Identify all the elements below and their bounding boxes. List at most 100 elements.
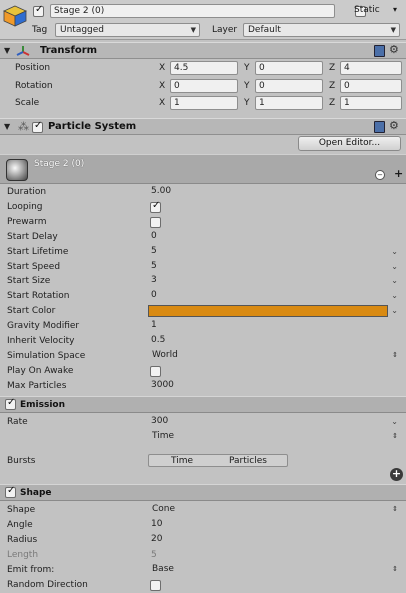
active-checkbox[interactable] — [33, 4, 44, 17]
particle-system-subheader: Stage 2 (0) − + — [0, 154, 406, 184]
z-field[interactable]: 0 — [340, 79, 402, 93]
setting-label: Start Lifetime — [7, 247, 69, 257]
gear-icon[interactable]: ⚙ — [389, 43, 399, 56]
shape-setting-row: Length 5 — [0, 548, 406, 563]
axis-z-label: Z — [329, 81, 336, 91]
foldout-arrow-icon[interactable]: ▼ — [4, 122, 10, 131]
shape-enabled-checkbox[interactable] — [5, 485, 16, 498]
value-dropdown[interactable]: Cone ⇕ — [148, 503, 401, 517]
value-field[interactable]: 0 — [148, 289, 388, 303]
chevron-updown-icon: ⇕ — [392, 351, 398, 359]
particle-setting-row: Inherit Velocity 0.5 — [0, 334, 406, 349]
chevron-updown-icon: ⇕ — [392, 565, 398, 573]
setting-label: Inherit Velocity — [7, 336, 75, 346]
curve-dropdown-icon[interactable]: ⌄ — [391, 262, 398, 271]
shape-setting-row: Shape Cone ⇕ — [0, 503, 406, 518]
chevron-down-icon: ▼ — [190, 26, 196, 34]
static-label: Static — [354, 5, 380, 15]
particle-system-header[interactable]: ▼ ⁂ Particle System ⚙ — [0, 118, 406, 135]
add-burst-button[interactable]: + — [390, 468, 403, 481]
bursts-col-time: Time — [171, 456, 194, 466]
particle-system-icon: ⁂ — [18, 120, 29, 133]
value-field[interactable]: 10 — [148, 518, 401, 532]
shape-setting-row: Random Direction — [0, 578, 406, 593]
particle-setting-row: Prewarm — [0, 215, 406, 230]
y-field[interactable]: 1 — [255, 96, 323, 110]
transform-row-label: Position — [15, 63, 51, 73]
axis-x-label: X — [159, 81, 166, 91]
bursts-col-particles: Particles — [229, 456, 267, 466]
curve-dropdown-icon[interactable]: ⌄ — [391, 417, 398, 426]
add-icon[interactable]: + — [394, 167, 403, 180]
setting-label: Start Delay — [7, 232, 58, 242]
rate-mode-dropdown[interactable]: Time ⇕ — [148, 430, 401, 444]
curve-dropdown-icon[interactable]: ⌄ — [391, 276, 398, 285]
value-field[interactable]: 5 — [148, 260, 388, 274]
tag-dropdown[interactable]: Untagged ▼ — [55, 23, 200, 37]
value-field[interactable]: 5 — [148, 245, 388, 259]
curve-dropdown-icon[interactable]: ⌄ — [391, 291, 398, 300]
y-field[interactable]: 0 — [255, 79, 323, 93]
axis-y-label: Y — [244, 63, 250, 73]
value-field[interactable]: 0.5 — [148, 334, 401, 348]
value-checkbox[interactable] — [150, 580, 161, 591]
value-field[interactable]: 0 — [148, 230, 401, 244]
setting-label: Looping — [7, 202, 43, 212]
transform-header[interactable]: ▼ Transform ⚙ — [0, 42, 406, 59]
x-field[interactable]: 0 — [170, 79, 238, 93]
setting-label: Duration — [7, 187, 47, 197]
transform-icon — [16, 46, 30, 56]
emission-rate-row: Rate 300 ⌄ — [0, 415, 406, 430]
object-name-field[interactable]: Stage 2 (0) — [50, 4, 335, 18]
help-book-icon[interactable] — [374, 45, 385, 57]
axis-y-label: Y — [244, 98, 250, 108]
chevron-down-icon: ▼ — [390, 26, 396, 34]
tag-label: Tag — [32, 25, 48, 35]
particle-system-thumbnail-icon — [6, 159, 28, 181]
setting-label: Start Rotation — [7, 291, 70, 301]
value-field[interactable]: 1 — [148, 319, 401, 333]
emission-module-header[interactable]: Emission — [0, 396, 406, 413]
axis-z-label: Z — [329, 63, 336, 73]
color-swatch[interactable] — [148, 305, 388, 317]
emission-enabled-checkbox[interactable] — [5, 397, 16, 410]
module-title: Emission — [20, 400, 65, 410]
value-field[interactable]: 3 — [148, 274, 388, 288]
layer-dropdown[interactable]: Default ▼ — [243, 23, 400, 37]
particle-setting-row: Gravity Modifier 1 — [0, 319, 406, 334]
minus-icon[interactable]: − — [375, 170, 385, 180]
transform-row: Scale X 1 Y 1 Z 1 — [0, 96, 406, 111]
shape-module-header[interactable]: Shape — [0, 484, 406, 501]
rate-value[interactable]: 300 — [148, 415, 388, 429]
value-checkbox[interactable] — [150, 200, 161, 213]
z-field[interactable]: 4 — [340, 61, 402, 75]
curve-dropdown-icon[interactable]: ⌄ — [391, 247, 398, 256]
value-field[interactable]: 20 — [148, 533, 401, 547]
static-dropdown-arrow[interactable]: ▾ — [393, 5, 397, 14]
value-dropdown[interactable]: World ⇕ — [148, 349, 401, 363]
value-field[interactable]: 5.00 — [148, 185, 401, 199]
component-title: Transform — [40, 45, 98, 56]
open-editor-button[interactable]: Open Editor... — [298, 136, 401, 151]
component-enabled-checkbox[interactable] — [32, 120, 43, 133]
value-checkbox[interactable] — [150, 366, 161, 377]
shape-setting-row: Radius 20 — [0, 533, 406, 548]
z-field[interactable]: 1 — [340, 96, 402, 110]
foldout-arrow-icon[interactable]: ▼ — [4, 46, 10, 55]
curve-dropdown-icon[interactable]: ⌄ — [391, 306, 398, 315]
subsystem-name: Stage 2 (0) — [34, 159, 85, 169]
x-field[interactable]: 4.5 — [170, 61, 238, 75]
y-field[interactable]: 0 — [255, 61, 323, 75]
help-book-icon[interactable] — [374, 121, 385, 133]
gear-icon[interactable]: ⚙ — [389, 119, 399, 132]
x-field[interactable]: 1 — [170, 96, 238, 110]
particle-setting-row: Duration 5.00 — [0, 185, 406, 200]
shape-setting-row: Emit from: Base ⇕ — [0, 563, 406, 578]
value-checkbox[interactable] — [150, 217, 161, 228]
bursts-label: Bursts — [7, 456, 36, 466]
value-dropdown[interactable]: Base ⇕ — [148, 563, 401, 577]
emission-rate-mode-row: Time ⇕ — [0, 430, 406, 445]
setting-label: Start Color — [7, 306, 56, 316]
bursts-row: Bursts Time Particles — [0, 454, 406, 469]
value-field[interactable]: 3000 — [148, 379, 401, 393]
